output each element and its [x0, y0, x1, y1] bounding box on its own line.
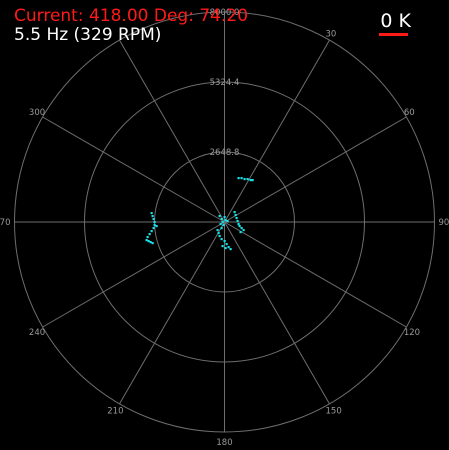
scan-point [240, 227, 243, 230]
scan-point [227, 246, 230, 249]
scan-point [145, 239, 148, 242]
scan-point [235, 217, 238, 220]
grid-spoke [42, 116, 225, 223]
current-degree-readout: Current: 418.00 Deg: 74.20 [14, 6, 249, 26]
scan-point [240, 177, 243, 180]
grid-spoke [224, 221, 407, 328]
angle-label-180: 180 [216, 438, 232, 448]
grid-spoke [42, 221, 225, 328]
scan-point [150, 230, 153, 233]
scan-points [145, 177, 254, 251]
angle-label-240: 240 [29, 328, 45, 338]
grid-spoke [224, 116, 407, 223]
scan-point [155, 225, 158, 228]
scan-point [220, 218, 223, 221]
scan-point [233, 211, 236, 214]
scan-point [223, 240, 226, 243]
scan-point [149, 241, 152, 244]
angle-label-300: 300 [29, 108, 45, 118]
polar-grid [14, 11, 435, 433]
scan-point [237, 223, 240, 226]
radar-polar-plot: 8000.05324.42648.83060901201501802102402… [0, 8, 449, 448]
scan-point [229, 248, 232, 251]
scan-point [150, 212, 153, 215]
angle-label-90: 90 [439, 218, 449, 228]
scan-point [237, 177, 240, 180]
scan-point [217, 232, 220, 235]
scan-point [238, 225, 241, 228]
scan-point [146, 236, 149, 239]
k-indicator-underline [379, 33, 408, 36]
grid-spoke [224, 39, 330, 223]
angle-label-150: 150 [326, 406, 342, 416]
angle-label-30: 30 [326, 30, 337, 40]
angle-label-210: 210 [107, 406, 123, 416]
scan-point [220, 238, 223, 241]
scan-point [239, 231, 242, 234]
scan-point [234, 214, 237, 217]
scan-point [221, 221, 224, 224]
scan-point [151, 215, 154, 218]
scan-point [243, 178, 246, 181]
scan-point [152, 218, 155, 221]
scan-point [218, 215, 221, 218]
scan-point [216, 229, 219, 232]
scan-point [153, 221, 156, 224]
scan-point [218, 235, 221, 238]
scan-point [249, 179, 252, 182]
scan-point [251, 179, 254, 182]
frequency-readout: 5.5 Hz (329 RPM) [14, 25, 162, 45]
scan-point [151, 242, 154, 245]
scan-point [225, 243, 228, 246]
radial-label: 2648.8 [210, 148, 240, 158]
scan-point [242, 229, 245, 232]
scan-point [147, 240, 150, 243]
scan-point [224, 219, 227, 222]
angle-label-60: 60 [404, 108, 415, 118]
scan-point [148, 233, 151, 236]
scan-point [223, 216, 226, 219]
scan-point [219, 223, 222, 226]
scan-point [236, 220, 239, 223]
scan-point [222, 224, 225, 227]
scan-point [153, 224, 156, 227]
radial-label: 5324.4 [210, 78, 240, 88]
scan-point [226, 220, 229, 223]
scan-point [221, 245, 224, 248]
angle-label-120: 120 [404, 328, 420, 338]
scan-point [152, 227, 155, 230]
grid-spoke [119, 221, 225, 405]
scan-point [220, 227, 223, 230]
scan-point [246, 178, 249, 181]
grid-spoke [224, 221, 330, 405]
k-indicator: 0 K [380, 10, 411, 32]
grid-spoke [119, 39, 225, 223]
scan-point [224, 247, 227, 250]
angle-label-270: 270 [0, 218, 11, 228]
